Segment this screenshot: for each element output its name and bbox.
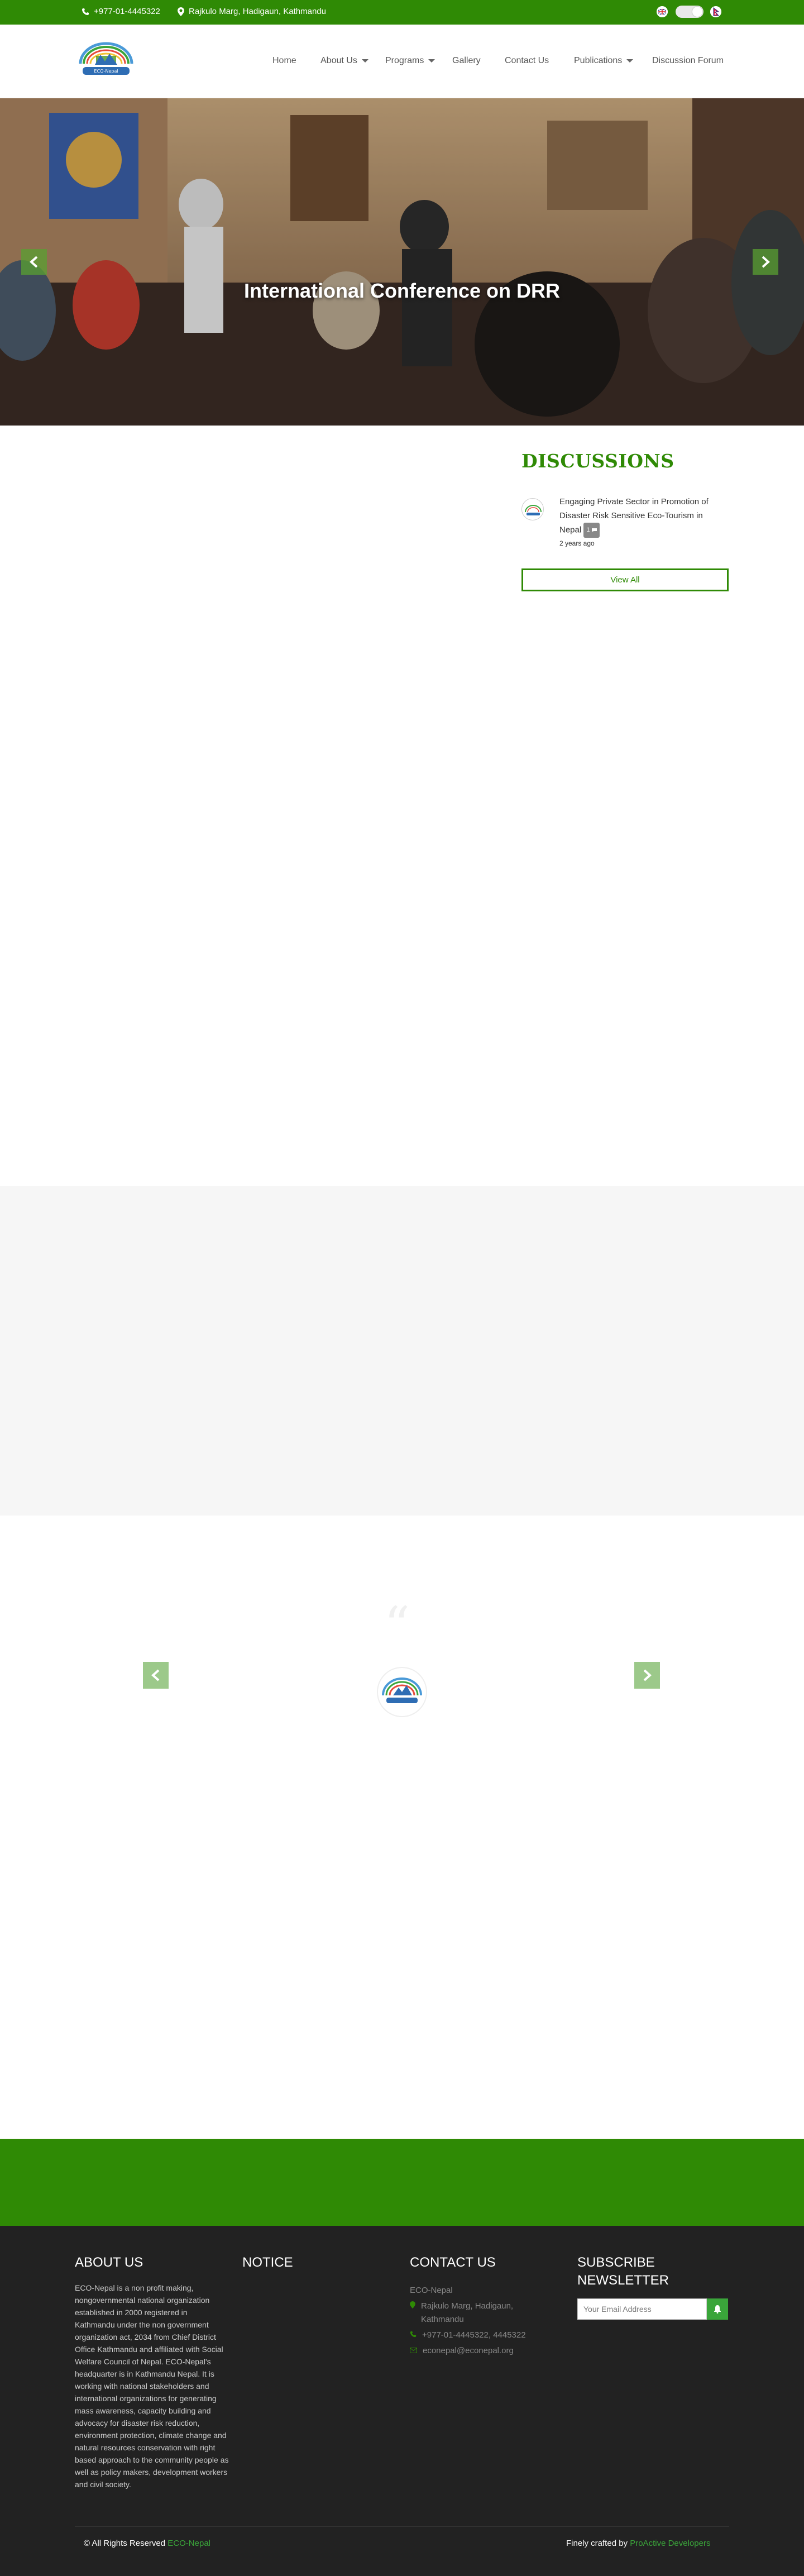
nav-about-us[interactable]: About Us: [320, 56, 368, 66]
newsletter-email-input[interactable]: Your Email Address: [577, 2298, 707, 2320]
grey-content-section: [0, 1186, 804, 1516]
footer-contact-heading: CONTACT US: [410, 2255, 496, 2270]
top-bar: +977-01-4445322 Rajkulo Marg, Hadigaun, …: [0, 0, 804, 25]
footer-newsletter-heading: SUBSCRIBE NEWSLETTER: [577, 2255, 669, 2288]
contact-org-text: ECO-Nepal: [410, 2286, 453, 2295]
phone-icon: [410, 2329, 417, 2342]
contact-email[interactable]: econepal@econepal.org: [410, 2344, 555, 2358]
footer-notice-heading: NOTICE: [242, 2255, 293, 2270]
nav-publications[interactable]: Publications: [574, 56, 634, 66]
phone-icon: [82, 8, 89, 15]
nav-discussion-forum[interactable]: Discussion Forum: [652, 56, 724, 66]
nav-home[interactable]: Home: [272, 56, 296, 66]
discussion-time: 2 years ago: [559, 539, 595, 547]
nav-gallery-label: Gallery: [452, 56, 481, 65]
contact-phone[interactable]: +977-01-4445322, 4445322: [410, 2329, 555, 2342]
view-all-button[interactable]: View All: [521, 568, 729, 591]
footer-about: ABOUT US ECO-Nepal is a non profit makin…: [75, 2254, 229, 2491]
footer-notice: NOTICE: [242, 2254, 293, 2272]
newsletter-form: Your Email Address: [577, 2298, 734, 2320]
contact-phone-text: +977-01-4445322, 4445322: [422, 2330, 526, 2340]
green-band: [0, 2139, 804, 2226]
comment-icon: [591, 528, 597, 532]
caret-down-icon: [626, 59, 634, 63]
topbar-phone-text: +977-01-4445322: [94, 7, 160, 16]
caret-down-icon: [361, 59, 368, 63]
contact-address: Rajkulo Marg, Hadigaun, Kathmandu: [410, 2300, 555, 2326]
english-flag-icon[interactable]: [657, 6, 668, 17]
nav-discussion-forum-label: Discussion Forum: [652, 56, 724, 65]
footer: ABOUT US ECO-Nepal is a non profit makin…: [0, 2226, 804, 2576]
chevron-left-icon: [151, 1669, 160, 1681]
footer-contact: CONTACT US ECO-Nepal Rajkulo Marg, Hadig…: [410, 2254, 555, 2360]
contact-list: ECO-Nepal Rajkulo Marg, Hadigaun, Kathma…: [410, 2284, 555, 2358]
footer-newsletter: SUBSCRIBE NEWSLETTER Your Email Address: [577, 2254, 734, 2320]
main-menu: Home About Us Programs Gallery Contact U…: [0, 56, 804, 69]
language-toggle[interactable]: [676, 6, 704, 18]
testimonial-prev-button[interactable]: [143, 1662, 169, 1689]
chevron-right-icon: [762, 256, 770, 268]
credits-text: Finely crafted by: [566, 2539, 628, 2548]
nav-programs[interactable]: Programs: [385, 56, 436, 66]
footer-about-heading: ABOUT US: [75, 2255, 143, 2270]
contact-email-text: econepal@econepal.org: [423, 2346, 514, 2355]
credits: Finely crafted by ProActive Developers: [566, 2539, 710, 2548]
bell-icon: [714, 2305, 721, 2314]
nav-programs-label: Programs: [385, 56, 424, 65]
copyright-text: © All Rights Reserved: [84, 2539, 166, 2548]
envelope-icon: [410, 2344, 417, 2358]
topbar-phone[interactable]: +977-01-4445322: [82, 7, 160, 16]
discussions-heading: DISCUSSIONS: [521, 450, 674, 472]
nav-home-label: Home: [272, 56, 296, 65]
newsletter-subscribe-button[interactable]: [707, 2298, 728, 2320]
chevron-left-icon: [30, 256, 38, 268]
nav-publications-label: Publications: [574, 56, 623, 65]
credits-company-link[interactable]: ProActive Developers: [630, 2539, 710, 2548]
comment-count-badge: 1: [583, 523, 600, 538]
nav-contact-us-label: Contact Us: [505, 56, 549, 65]
map-marker-icon: [178, 7, 184, 16]
comment-count: 1: [586, 527, 590, 533]
nav-contact-us[interactable]: Contact Us: [505, 56, 549, 66]
nepal-flag-icon[interactable]: [710, 6, 721, 17]
topbar-address: Rajkulo Marg, Hadigaun, Kathmandu: [178, 7, 326, 16]
nav-about-us-label: About Us: [320, 56, 357, 65]
footer-divider: [75, 2526, 729, 2527]
testimonial-logo: [376, 1666, 428, 1718]
hero-next-button[interactable]: [753, 249, 778, 275]
toggle-knob: [692, 7, 702, 17]
hero-prev-button[interactable]: [21, 249, 47, 275]
nav-gallery[interactable]: Gallery: [452, 56, 481, 66]
discussion-avatar: [521, 498, 544, 520]
contact-org: ECO-Nepal: [410, 2284, 555, 2297]
main-navbar: ECO-Nepal Home About Us Programs Gallery…: [0, 25, 804, 98]
contact-address-text: Rajkulo Marg, Hadigaun, Kathmandu: [421, 2301, 514, 2324]
copyright: © All Rights Reserved ECO-Nepal: [84, 2539, 210, 2548]
copyright-org-link[interactable]: ECO-Nepal: [168, 2539, 210, 2548]
hero-photo: [0, 98, 804, 426]
testimonial-next-button[interactable]: [634, 1662, 660, 1689]
caret-down-icon: [428, 59, 436, 63]
discussion-title-text: Engaging Private Sector in Promotion of …: [559, 497, 709, 535]
hero-slider: International Conference on DRR: [0, 98, 804, 426]
discussion-title[interactable]: Engaging Private Sector in Promotion of …: [559, 495, 727, 538]
hero-title: International Conference on DRR: [243, 279, 561, 302]
quote-icon: “: [384, 1596, 410, 1655]
topbar-address-text: Rajkulo Marg, Hadigaun, Kathmandu: [189, 7, 326, 16]
map-marker-icon: [410, 2300, 415, 2313]
chevron-right-icon: [643, 1669, 652, 1681]
footer-about-text: ECO-Nepal is a non profit making, nongov…: [75, 2283, 229, 2489]
svg-text:ECO-Nepal: ECO-Nepal: [94, 69, 118, 74]
